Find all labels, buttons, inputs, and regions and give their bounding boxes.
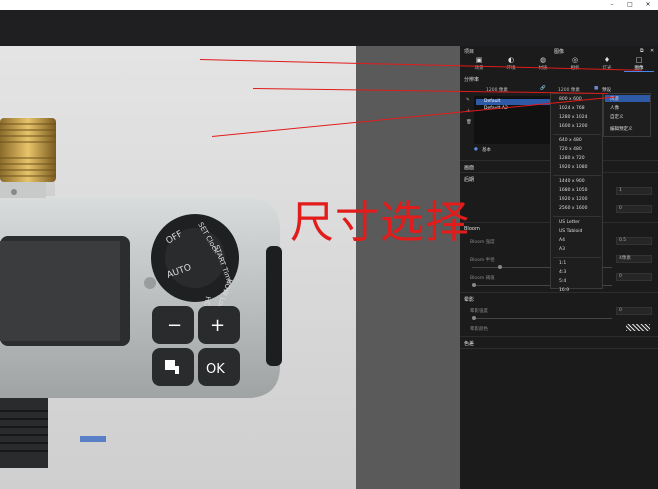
material-icon: ◍ (539, 56, 547, 64)
edit-icon[interactable]: ✎ (466, 98, 470, 103)
submenu-custom[interactable]: 自定义 (610, 114, 624, 120)
close-panel-icon[interactable]: ✕ (650, 48, 654, 54)
render-viewport[interactable]: OFF AUTO SET Clock START Time HOW Long H… (0, 46, 460, 489)
dropdown-separator (553, 216, 601, 217)
environment-icon: ◐ (507, 56, 515, 64)
dropdown-item[interactable]: 16:9 (559, 288, 569, 293)
image-icon: □ (635, 56, 643, 64)
maximize-button[interactable]: □ (624, 0, 636, 10)
section-vignette[interactable]: 晕影 (464, 296, 474, 303)
vignette-strength-knob[interactable] (472, 316, 476, 320)
dropdown-item[interactable]: 720 x 480 (559, 147, 582, 152)
dropdown-item[interactable]: 1600 x 1200 (559, 124, 587, 129)
dropdown-item[interactable]: 4:3 (559, 270, 566, 275)
trash-icon[interactable]: 🗑 (466, 120, 472, 125)
dropdown-item[interactable]: 1024 x 768 (559, 106, 585, 111)
title-bar: – □ ✕ (0, 0, 658, 10)
render-image: OFF AUTO SET Clock START Time HOW Long H… (0, 46, 460, 489)
bloom-threshold-field[interactable]: 0 (616, 273, 652, 281)
plus-label: + (210, 315, 225, 336)
tab-scene[interactable]: ▣ 场景 (464, 56, 494, 72)
selection-marker (80, 436, 106, 442)
bloom-radius-label: Bloom 半径 (470, 258, 495, 263)
basic-radio[interactable]: ● (474, 147, 478, 152)
minimize-button[interactable]: – (606, 0, 618, 10)
submenu-edit-presets[interactable]: 编辑预定义 (610, 126, 633, 132)
dropdown-item[interactable]: 1:1 (559, 261, 566, 266)
app-window: – □ ✕ OFF AUTO SET Clock START Time HOW … (0, 0, 658, 489)
vignette-color-label: 晕影颜色 (470, 327, 488, 332)
section-post[interactable]: 后期 (464, 176, 474, 183)
panel-header-project: 项目 (464, 49, 475, 55)
bottom-fitting (0, 398, 48, 468)
dropdown-item[interactable]: 1920 x 1080 (559, 165, 587, 170)
preset-submenu: 风景 人像 自定义 编辑预定义 (603, 93, 651, 137)
dropdown-separator (553, 257, 601, 258)
dropdown-item[interactable]: 1280 x 720 (559, 156, 585, 161)
tab-camera[interactable]: ◎相机 (560, 56, 590, 72)
bloom-threshold-knob[interactable] (472, 283, 476, 287)
camera-icon: ◎ (571, 56, 579, 64)
dropdown-item[interactable]: 1280 x 1024 (559, 115, 587, 120)
dropdown-item[interactable]: US Letter (559, 220, 580, 225)
section-chromatic[interactable]: 色差 (464, 340, 474, 347)
dropdown-item[interactable]: 1920 x 1200 (559, 197, 587, 202)
section-picture[interactable]: 画面 (464, 164, 474, 171)
panel-header-title: 图像 (554, 49, 565, 55)
bloom-radius-field[interactable]: 4像素 (616, 255, 652, 263)
divider (460, 336, 658, 337)
basic-label: 基本 (482, 148, 491, 153)
dropdown-item[interactable]: 640 x 480 (559, 138, 582, 143)
divider (460, 348, 658, 349)
dropdown-item[interactable]: 5:4 (559, 279, 566, 284)
dropdown-item[interactable]: A4 (559, 238, 565, 243)
bloom-intensity-field[interactable]: 0.5 (616, 237, 652, 245)
dropdown-separator (553, 175, 601, 176)
bloom-intensity-label: Bloom 强度 (470, 240, 495, 245)
preset-icon: ■ (594, 86, 599, 91)
resolution-dropdown: 800 x 600 1024 x 768 1280 x 1024 1600 x 120… (550, 93, 603, 293)
dropdown-separator (553, 134, 601, 135)
vignette-strength-label: 晕影强度 (470, 309, 488, 314)
dropdown-item[interactable]: 2560 x 1600 (559, 206, 587, 211)
post-field-2[interactable]: 0 (616, 205, 652, 213)
popout-icon[interactable]: ⧉ (640, 48, 644, 54)
close-button[interactable]: ✕ (642, 0, 654, 10)
minus-label: − (167, 315, 182, 336)
dropdown-item[interactable]: 1680 x 1050 (559, 188, 587, 193)
indicator-icon (144, 277, 156, 289)
dropdown-item[interactable]: US Tabloid (559, 229, 582, 234)
submenu-portrait[interactable]: 人像 (610, 105, 619, 111)
tab-material[interactable]: ◍ 材质 (528, 56, 558, 72)
vignette-strength-field[interactable]: 0 (616, 307, 652, 315)
vignette-color-swatch[interactable] (626, 324, 650, 331)
bloom-radius-knob[interactable] (498, 265, 502, 269)
bloom-threshold-label: Bloom 阈值 (470, 276, 495, 281)
post-field-1[interactable]: 1 (616, 187, 652, 195)
tab-environment[interactable]: ◐ 环境 (496, 56, 526, 72)
vignette-strength-slider[interactable] (472, 318, 612, 319)
dropdown-item[interactable]: 1440 x 900 (559, 179, 585, 184)
top-toolbar (0, 10, 658, 46)
light-icon: ♦ (603, 56, 611, 64)
scene-icon: ▣ (475, 56, 483, 64)
dropdown-item[interactable]: A3 (559, 247, 565, 252)
annotation-text: 尺寸选择 (290, 197, 470, 248)
ok-label: OK (206, 362, 225, 377)
resolution-title: 分辨率 (464, 77, 480, 83)
link-icon[interactable]: 🔗 (540, 86, 546, 91)
